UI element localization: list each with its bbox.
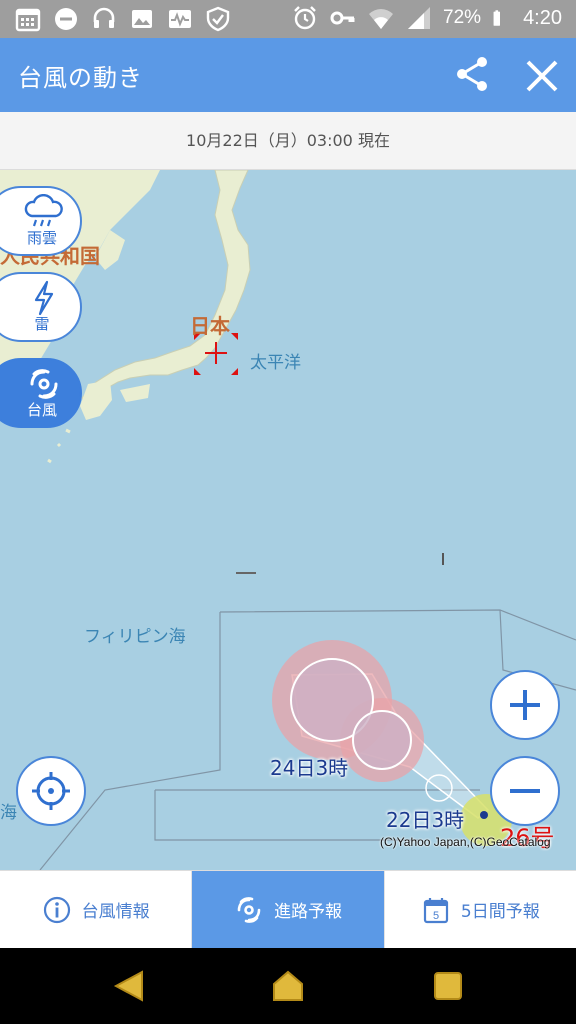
layer-thunder-button[interactable]: 雷 (0, 272, 82, 342)
info-icon (43, 896, 70, 923)
ryukyu-islands (47, 428, 71, 464)
headset-icon (93, 7, 115, 28)
home-icon[interactable] (270, 968, 306, 1004)
share-icon[interactable] (452, 54, 492, 94)
map-label-pacific: 太平洋 (250, 353, 301, 373)
battery-percent: 72% (443, 7, 482, 28)
shikoku-land (120, 384, 150, 402)
layer-typhoon-button[interactable]: 台風 (0, 358, 82, 428)
lightning-icon (34, 280, 54, 316)
key-icon (330, 11, 355, 25)
kyushu-land (80, 380, 112, 420)
rain-cloud-icon (24, 194, 63, 227)
minus-circle-icon (55, 8, 77, 30)
layer-thunder-label: 雷 (34, 315, 50, 333)
track-label-24: 24日3時 (270, 756, 349, 780)
layer-typhoon-label: 台風 (26, 401, 57, 419)
typhoon-icon (30, 369, 58, 399)
map-label-sea-edge: 海 (0, 803, 17, 823)
app-bar: 台風の動き (0, 38, 576, 112)
battery-icon (493, 10, 501, 26)
calendar-icon (15, 8, 41, 32)
tab-track-forecast[interactable]: 進路予報 (192, 871, 385, 948)
signal-icon (408, 7, 431, 29)
image-icon (132, 10, 152, 28)
tab-typhoon-info-label: 台風情報 (81, 902, 150, 922)
bottom-tabs: 台風情報 進路予報 5 5日間予報 (0, 870, 576, 948)
tab-track-forecast-label: 進路予報 (273, 902, 342, 922)
wifi-icon (369, 9, 394, 29)
timestamp-banner: 10月22日（月）03:00 現在 (0, 112, 576, 170)
layer-rain-label: 雨雲 (26, 229, 57, 247)
alarm-icon (294, 6, 316, 30)
current-position-dot (480, 811, 488, 819)
calendar-5-icon: 5 (423, 897, 449, 923)
map-label-philippine-sea: フィリピン海 (84, 627, 186, 647)
crosshair-icon (32, 772, 70, 810)
current-location-button[interactable] (16, 756, 86, 826)
close-icon[interactable] (520, 54, 564, 98)
tab-5day-forecast[interactable]: 5 5日間予報 (385, 871, 576, 948)
map-copyright: (C)Yahoo Japan,(C)GeoCatalog (380, 835, 551, 849)
typhoon-icon (237, 896, 261, 923)
zoom-in-button[interactable] (490, 670, 560, 740)
status-bar: 72% 4:20 (0, 0, 576, 38)
minus-icon (510, 789, 540, 793)
layer-rain-button[interactable]: 雨雲 (0, 186, 82, 256)
typhoon-map[interactable]: 人民共和国 日本 太平洋 フィリピン海 海 24日3時 22日3時 26号 (C… (0, 170, 576, 870)
track-label-22: 22日3時 (386, 808, 465, 832)
tab-typhoon-info[interactable]: 台風情報 (0, 871, 193, 948)
recent-apps-icon[interactable] (430, 968, 466, 1004)
page-title: 台風の動き (18, 64, 143, 92)
tab-5day-forecast-label: 5日間予報 (460, 902, 540, 922)
map-label-japan: 日本 (190, 314, 230, 338)
clock: 4:20 (523, 6, 562, 29)
system-nav-bar (0, 948, 576, 1024)
activity-icon (169, 10, 191, 28)
zoom-out-button[interactable] (490, 756, 560, 826)
back-icon[interactable] (112, 968, 148, 1004)
calendar-day-number: 5 (433, 910, 439, 922)
plus-icon (510, 690, 540, 720)
shield-check-icon (206, 6, 230, 32)
